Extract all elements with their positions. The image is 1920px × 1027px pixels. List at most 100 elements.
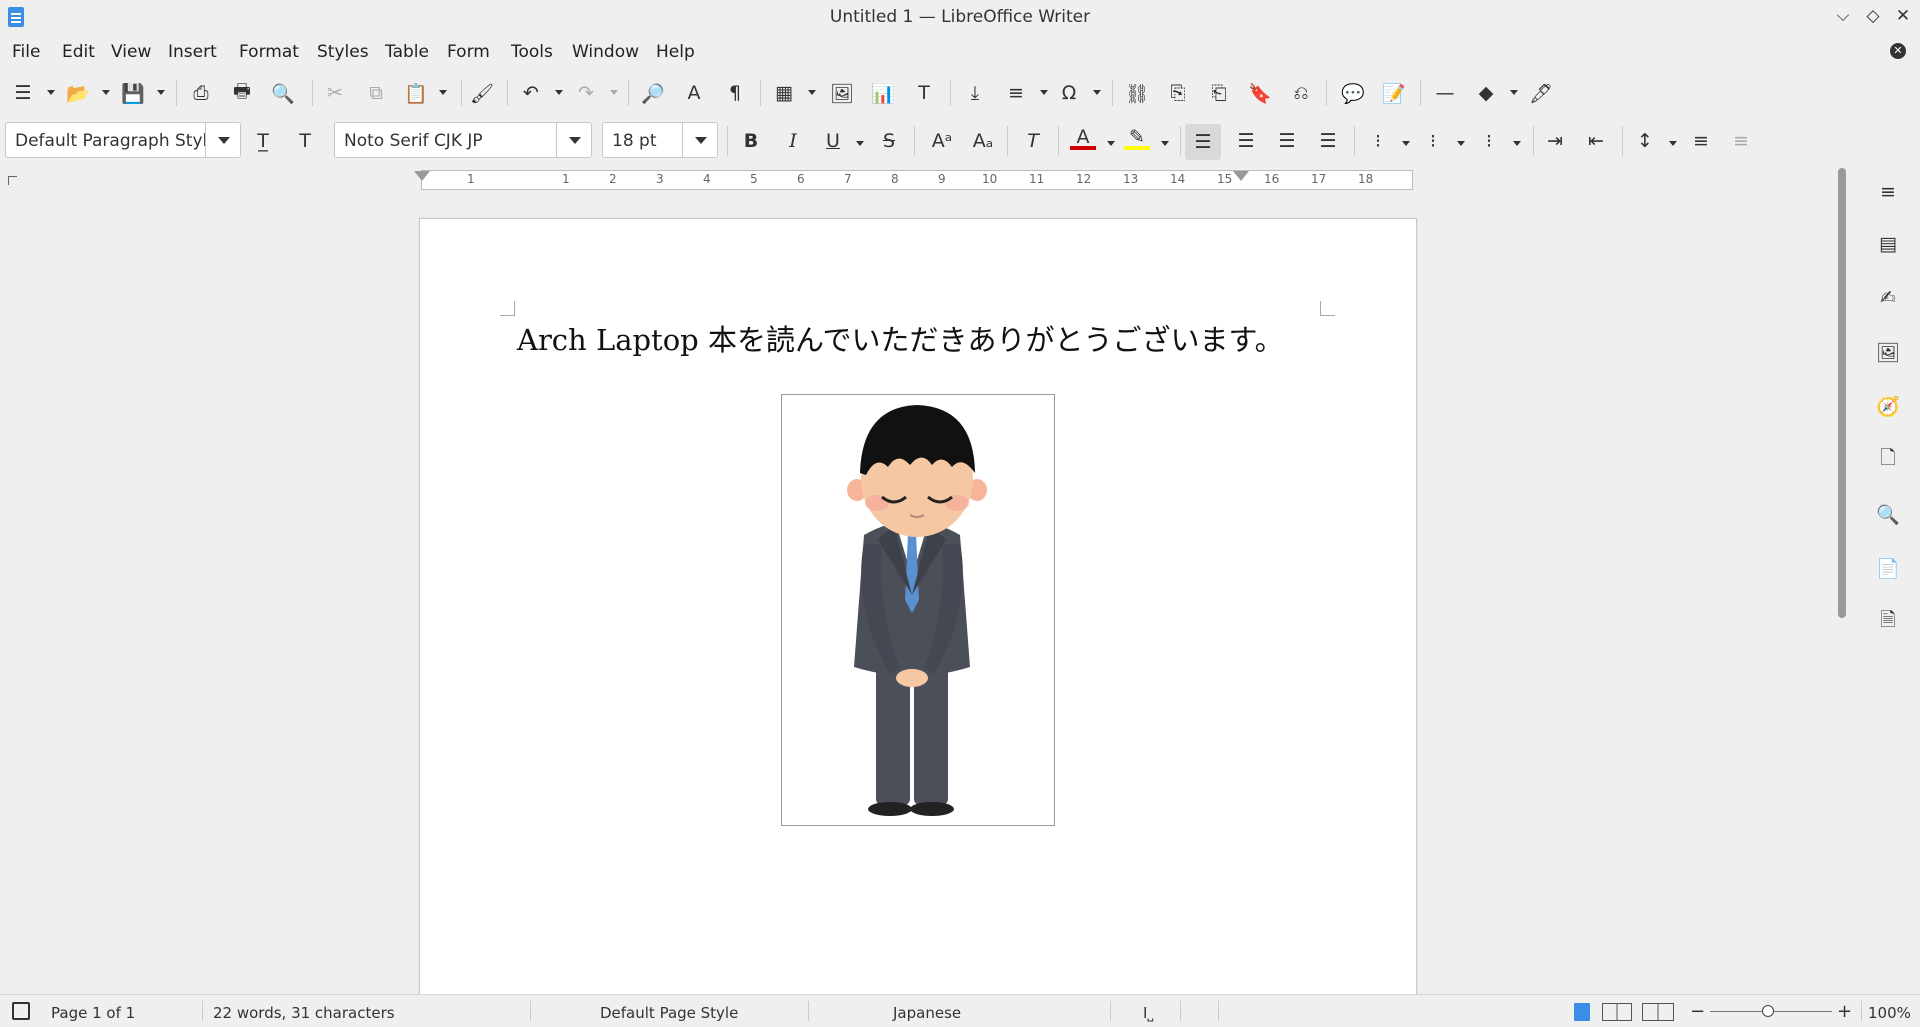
outline-list-icon[interactable]: ⁝ — [1476, 128, 1502, 154]
properties-icon[interactable]: ▤ — [1876, 232, 1900, 256]
underline-dropdown-icon[interactable] — [856, 141, 864, 146]
zoom-level[interactable]: 100% — [1868, 1004, 1911, 1022]
spelling-icon[interactable]: A — [681, 80, 707, 106]
menu-styles[interactable]: Styles — [317, 42, 369, 62]
italic-icon[interactable]: I — [780, 128, 806, 154]
zoom-slider-thumb[interactable] — [1762, 1005, 1774, 1017]
track-changes-icon[interactable]: 📝 — [1381, 80, 1407, 106]
bullet-dropdown-icon[interactable] — [1402, 141, 1410, 146]
menu-format[interactable]: Format — [239, 42, 299, 62]
line-spacing-dropdown-icon[interactable] — [1669, 141, 1677, 146]
horizontal-ruler[interactable]: 1 1 2 3 4 5 6 7 8 9 10 11 12 13 14 15 16… — [414, 170, 1413, 190]
menu-tools[interactable]: Tools — [511, 42, 553, 62]
highlight-color-icon[interactable]: ✎ — [1124, 126, 1150, 152]
underline-icon[interactable]: U — [820, 128, 846, 154]
save-icon[interactable]: 💾 — [120, 80, 146, 106]
insert-comment-icon[interactable]: 💬 — [1340, 80, 1366, 106]
language[interactable]: Japanese — [893, 1004, 961, 1022]
single-page-view-icon[interactable] — [1574, 1003, 1590, 1021]
minimize-button[interactable]: ⌵ — [1832, 6, 1854, 26]
page-style[interactable]: Default Page Style — [600, 1004, 738, 1022]
menu-window[interactable]: Window — [572, 42, 639, 62]
increase-indent-icon[interactable]: ⇥ — [1542, 128, 1568, 154]
close-window-button[interactable]: ✕ — [1892, 6, 1914, 26]
page-indicator[interactable]: Page 1 of 1 — [51, 1004, 135, 1022]
menu-view[interactable]: View — [111, 42, 151, 62]
table-dropdown-icon[interactable] — [808, 90, 816, 95]
align-right-icon[interactable]: ☰ — [1274, 128, 1300, 154]
font-color-dropdown-icon[interactable] — [1107, 141, 1115, 146]
update-style-icon[interactable]: T̲ — [250, 128, 276, 154]
zoom-in-icon[interactable]: + — [1837, 1001, 1852, 1022]
new-style-icon[interactable]: T — [292, 128, 318, 154]
vertical-scrollbar[interactable] — [1837, 168, 1847, 993]
insert-line-icon[interactable]: — — [1432, 80, 1458, 106]
paragraph-spacing-icon[interactable]: ≡ — [1688, 128, 1714, 154]
copy-icon[interactable]: ⧉ — [363, 80, 389, 106]
page-icon[interactable]: 🗋 — [1876, 447, 1900, 472]
font-color-icon[interactable]: A — [1070, 126, 1096, 152]
paragraph-spacing-decrease-icon[interactable]: ≡ — [1728, 128, 1754, 154]
strikethrough-icon[interactable]: S — [876, 128, 902, 154]
redo-dropdown-icon[interactable] — [610, 90, 618, 95]
styles-icon[interactable]: ✍ — [1876, 286, 1900, 310]
formatting-marks-icon[interactable]: ¶ — [722, 80, 748, 106]
paragraph-style-combo[interactable]: Default Paragraph Style — [5, 122, 241, 158]
undo-dropdown-icon[interactable] — [555, 90, 563, 95]
insert-page-break-icon[interactable]: ⤓ — [962, 80, 988, 106]
document-page[interactable]: Arch Laptop 本を読んでいただきありがとうございます。 — [419, 218, 1417, 1020]
bullet-list-icon[interactable]: ⁝ — [1365, 128, 1391, 154]
menu-help[interactable]: Help — [656, 42, 695, 62]
open-dropdown-icon[interactable] — [102, 90, 110, 95]
gallery-icon[interactable]: 🖼 — [1876, 340, 1900, 364]
sidebar-menu-icon[interactable]: ≡ — [1876, 180, 1900, 204]
numbered-list-icon[interactable]: ⁝ — [1420, 128, 1446, 154]
zoom-out-icon[interactable]: − — [1690, 1001, 1705, 1022]
find-replace-icon[interactable]: 🔎 — [640, 80, 666, 106]
menu-edit[interactable]: Edit — [62, 42, 95, 62]
font-size-dropdown-icon[interactable] — [682, 123, 717, 157]
menu-form[interactable]: Form — [447, 42, 490, 62]
redo-icon[interactable]: ↷ — [573, 80, 599, 106]
insert-cross-reference-icon[interactable]: ⎌ — [1288, 80, 1314, 106]
navigator-icon[interactable]: 🧭 — [1876, 394, 1900, 418]
insert-table-icon[interactable]: ▦ — [771, 80, 797, 106]
shapes-dropdown-icon[interactable] — [1510, 90, 1518, 95]
paste-dropdown-icon[interactable] — [439, 90, 447, 95]
clone-formatting-icon[interactable]: 🖌 — [469, 80, 495, 106]
decrease-indent-icon[interactable]: ⇤ — [1583, 128, 1609, 154]
document-modified-icon[interactable] — [12, 1002, 30, 1020]
align-center-icon[interactable]: ☰ — [1233, 128, 1259, 154]
inserted-image[interactable] — [781, 394, 1055, 826]
style-inspector-icon[interactable]: 🔍 — [1876, 502, 1900, 526]
insert-bookmark-icon[interactable]: 🔖 — [1247, 80, 1273, 106]
design-icon[interactable]: 🗎 — [1876, 609, 1900, 634]
new-dropdown-icon[interactable] — [47, 90, 55, 95]
menu-table[interactable]: Table — [385, 42, 429, 62]
word-count[interactable]: 22 words, 31 characters — [213, 1004, 395, 1022]
new-document-icon[interactable]: ☰ — [10, 80, 36, 106]
bold-icon[interactable]: B — [738, 128, 764, 154]
export-pdf-icon[interactable]: ⎙ — [188, 80, 214, 106]
manage-changes-icon[interactable]: 📄 — [1876, 556, 1900, 580]
print-icon[interactable]: 🖶 — [229, 80, 255, 106]
insert-field-icon[interactable]: ≡ — [1003, 80, 1029, 106]
menu-insert[interactable]: Insert — [168, 42, 217, 62]
undo-icon[interactable]: ↶ — [518, 80, 544, 106]
insert-endnote-icon[interactable]: ⎗ — [1206, 80, 1232, 106]
save-dropdown-icon[interactable] — [157, 90, 165, 95]
field-dropdown-icon[interactable] — [1040, 90, 1048, 95]
outline-dropdown-icon[interactable] — [1513, 141, 1521, 146]
close-document-icon[interactable]: ✕ — [1890, 43, 1906, 59]
print-preview-icon[interactable]: 🔍 — [270, 80, 296, 106]
insert-mode-icon[interactable]: I⎵ — [1143, 1004, 1153, 1022]
maximize-button[interactable]: ◇ — [1862, 6, 1884, 26]
superscript-icon[interactable]: Aᵃ — [929, 128, 955, 154]
font-size-combo[interactable]: 18 pt — [602, 122, 718, 158]
numbered-dropdown-icon[interactable] — [1457, 141, 1465, 146]
clear-formatting-icon[interactable]: T — [1020, 128, 1046, 154]
special-character-icon[interactable]: Ω — [1056, 80, 1082, 106]
insert-footnote-icon[interactable]: ⎘ — [1165, 80, 1191, 106]
font-name-dropdown-icon[interactable] — [556, 123, 591, 157]
document-paragraph[interactable]: Arch Laptop 本を読んでいただきありがとうございます。 — [517, 317, 1284, 359]
